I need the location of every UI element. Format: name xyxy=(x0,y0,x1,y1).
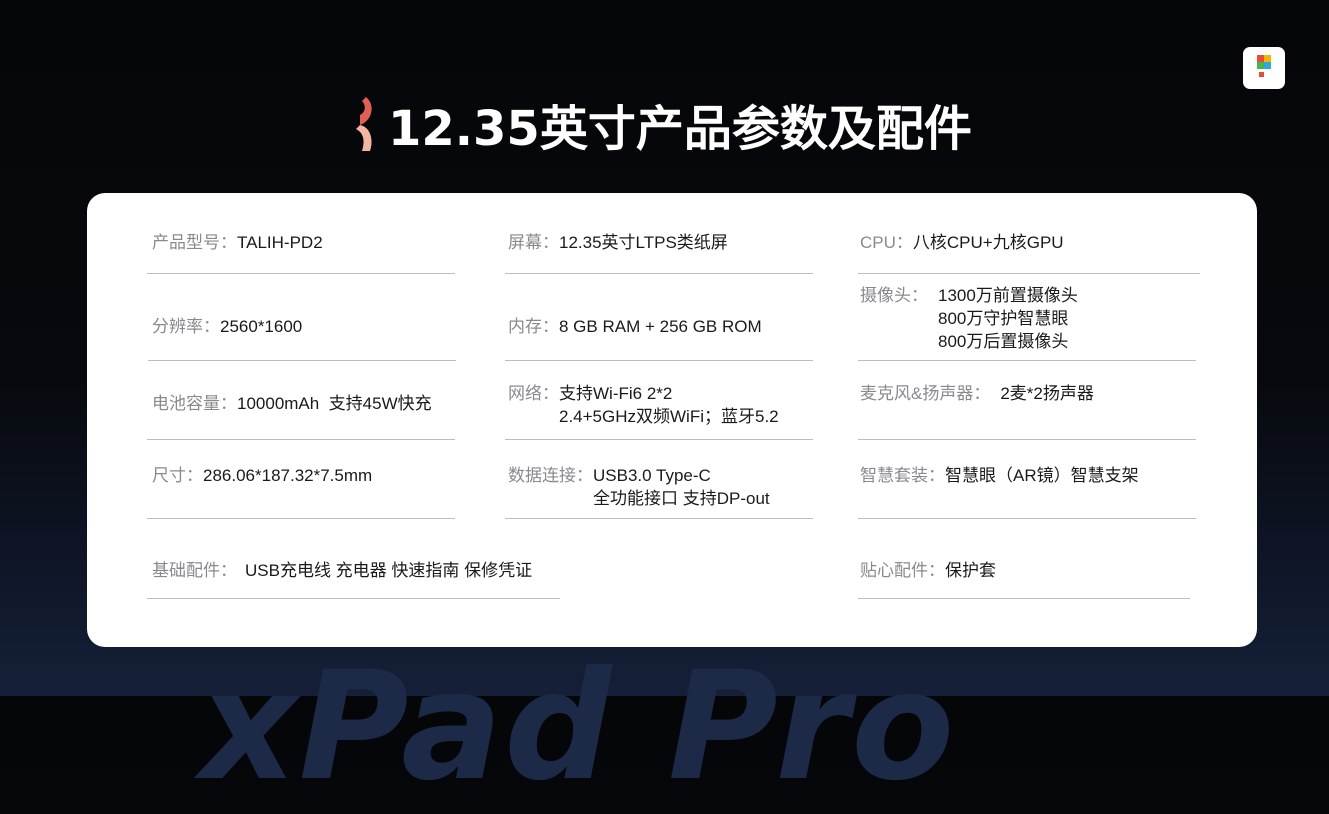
spec-value: 12.35英寸LTPS类纸屏 xyxy=(559,233,728,252)
divider xyxy=(505,439,813,440)
spec-smart-kit: 智慧套装： 智慧眼（AR镜）智慧支架 xyxy=(860,464,1139,487)
spec-camera: 摄像头： 1300万前置摄像头 800万守护智慧眼 800万后置摄像头 xyxy=(860,284,1078,353)
spec-value: 1300万前置摄像头 800万守护智慧眼 800万后置摄像头 xyxy=(938,286,1078,351)
divider xyxy=(147,273,455,274)
divider xyxy=(858,273,1200,274)
divider xyxy=(505,518,813,519)
spec-value: 保护套 xyxy=(945,561,996,580)
spec-value: USB充电线 充电器 快速指南 保修凭证 xyxy=(245,561,533,580)
spec-network: 网络： 支持Wi-Fi6 2*2 2.4+5GHz双频WiFi；蓝牙5.2 xyxy=(508,382,779,428)
divider xyxy=(147,598,560,599)
spec-value: 八核CPU+九核GPU xyxy=(912,233,1064,252)
spec-value: 8 GB RAM + 256 GB ROM xyxy=(559,317,762,336)
page-title: 12.35英寸产品参数及配件 xyxy=(352,92,972,157)
spec-extra-accessories: 贴心配件： 保护套 xyxy=(860,559,996,582)
spec-label: 电池容量： xyxy=(152,394,237,413)
divider xyxy=(858,439,1196,440)
spec-value: 286.06*187.32*7.5mm xyxy=(203,466,373,485)
spec-card: 产品型号： TALIH-PD2 屏幕： 12.35英寸LTPS类纸屏 CPU： … xyxy=(87,193,1257,647)
spec-model: 产品型号： TALIH-PD2 xyxy=(152,231,323,254)
spec-label: 内存： xyxy=(508,317,559,336)
spec-audio: 麦克风&扬声器： 2麦*2扬声器 xyxy=(860,382,1094,405)
divider xyxy=(858,518,1196,519)
spec-label: 数据连接： xyxy=(508,466,593,485)
divider xyxy=(505,360,813,361)
divider xyxy=(858,598,1190,599)
divider xyxy=(148,360,456,361)
app-logo-icon xyxy=(1243,47,1285,89)
spec-label: 分辨率： xyxy=(152,317,220,336)
spec-label: 麦克风&扬声器： xyxy=(860,384,991,403)
spec-label: 网络： xyxy=(508,384,559,403)
brand-mark-icon xyxy=(356,97,372,151)
spec-value: USB3.0 Type-C 全功能接口 支持DP-out xyxy=(593,466,770,508)
spec-cpu: CPU： 八核CPU+九核GPU xyxy=(860,231,1064,254)
spec-screen: 屏幕： 12.35英寸LTPS类纸屏 xyxy=(508,231,728,254)
spec-label: 贴心配件： xyxy=(860,561,945,580)
page-title-text: 12.35英寸产品参数及配件 xyxy=(388,101,972,157)
spec-label: 基础配件： xyxy=(152,561,237,580)
divider xyxy=(147,518,455,519)
background-watermark: xPad Pro xyxy=(200,640,957,814)
spec-label: CPU： xyxy=(860,233,913,252)
spec-size: 尺寸： 286.06*187.32*7.5mm xyxy=(152,464,372,487)
spec-value: 2560*1600 xyxy=(220,317,303,336)
spec-memory: 内存： 8 GB RAM + 256 GB ROM xyxy=(508,315,762,338)
spec-connection: 数据连接： USB3.0 Type-C 全功能接口 支持DP-out xyxy=(508,464,770,510)
spec-value: 2麦*2扬声器 xyxy=(1000,384,1094,403)
spec-label: 智慧套装： xyxy=(860,466,945,485)
spec-value: TALIH-PD2 xyxy=(237,233,323,252)
spec-battery: 电池容量： 10000mAh 支持45W快充 xyxy=(152,392,432,415)
spec-value: 智慧眼（AR镜）智慧支架 xyxy=(945,466,1139,485)
divider xyxy=(147,439,455,440)
spec-basic-accessories: 基础配件： USB充电线 充电器 快速指南 保修凭证 xyxy=(152,559,532,582)
spec-label: 产品型号： xyxy=(152,233,237,252)
divider xyxy=(858,360,1196,361)
spec-value: 支持Wi-Fi6 2*2 2.4+5GHz双频WiFi；蓝牙5.2 xyxy=(559,384,779,426)
divider xyxy=(505,273,813,274)
spec-label: 摄像头： xyxy=(860,286,928,305)
spec-label: 屏幕： xyxy=(508,233,559,252)
spec-resolution: 分辨率： 2560*1600 xyxy=(152,315,302,338)
spec-label: 尺寸： xyxy=(152,466,203,485)
spec-value: 10000mAh 支持45W快充 xyxy=(237,394,432,413)
